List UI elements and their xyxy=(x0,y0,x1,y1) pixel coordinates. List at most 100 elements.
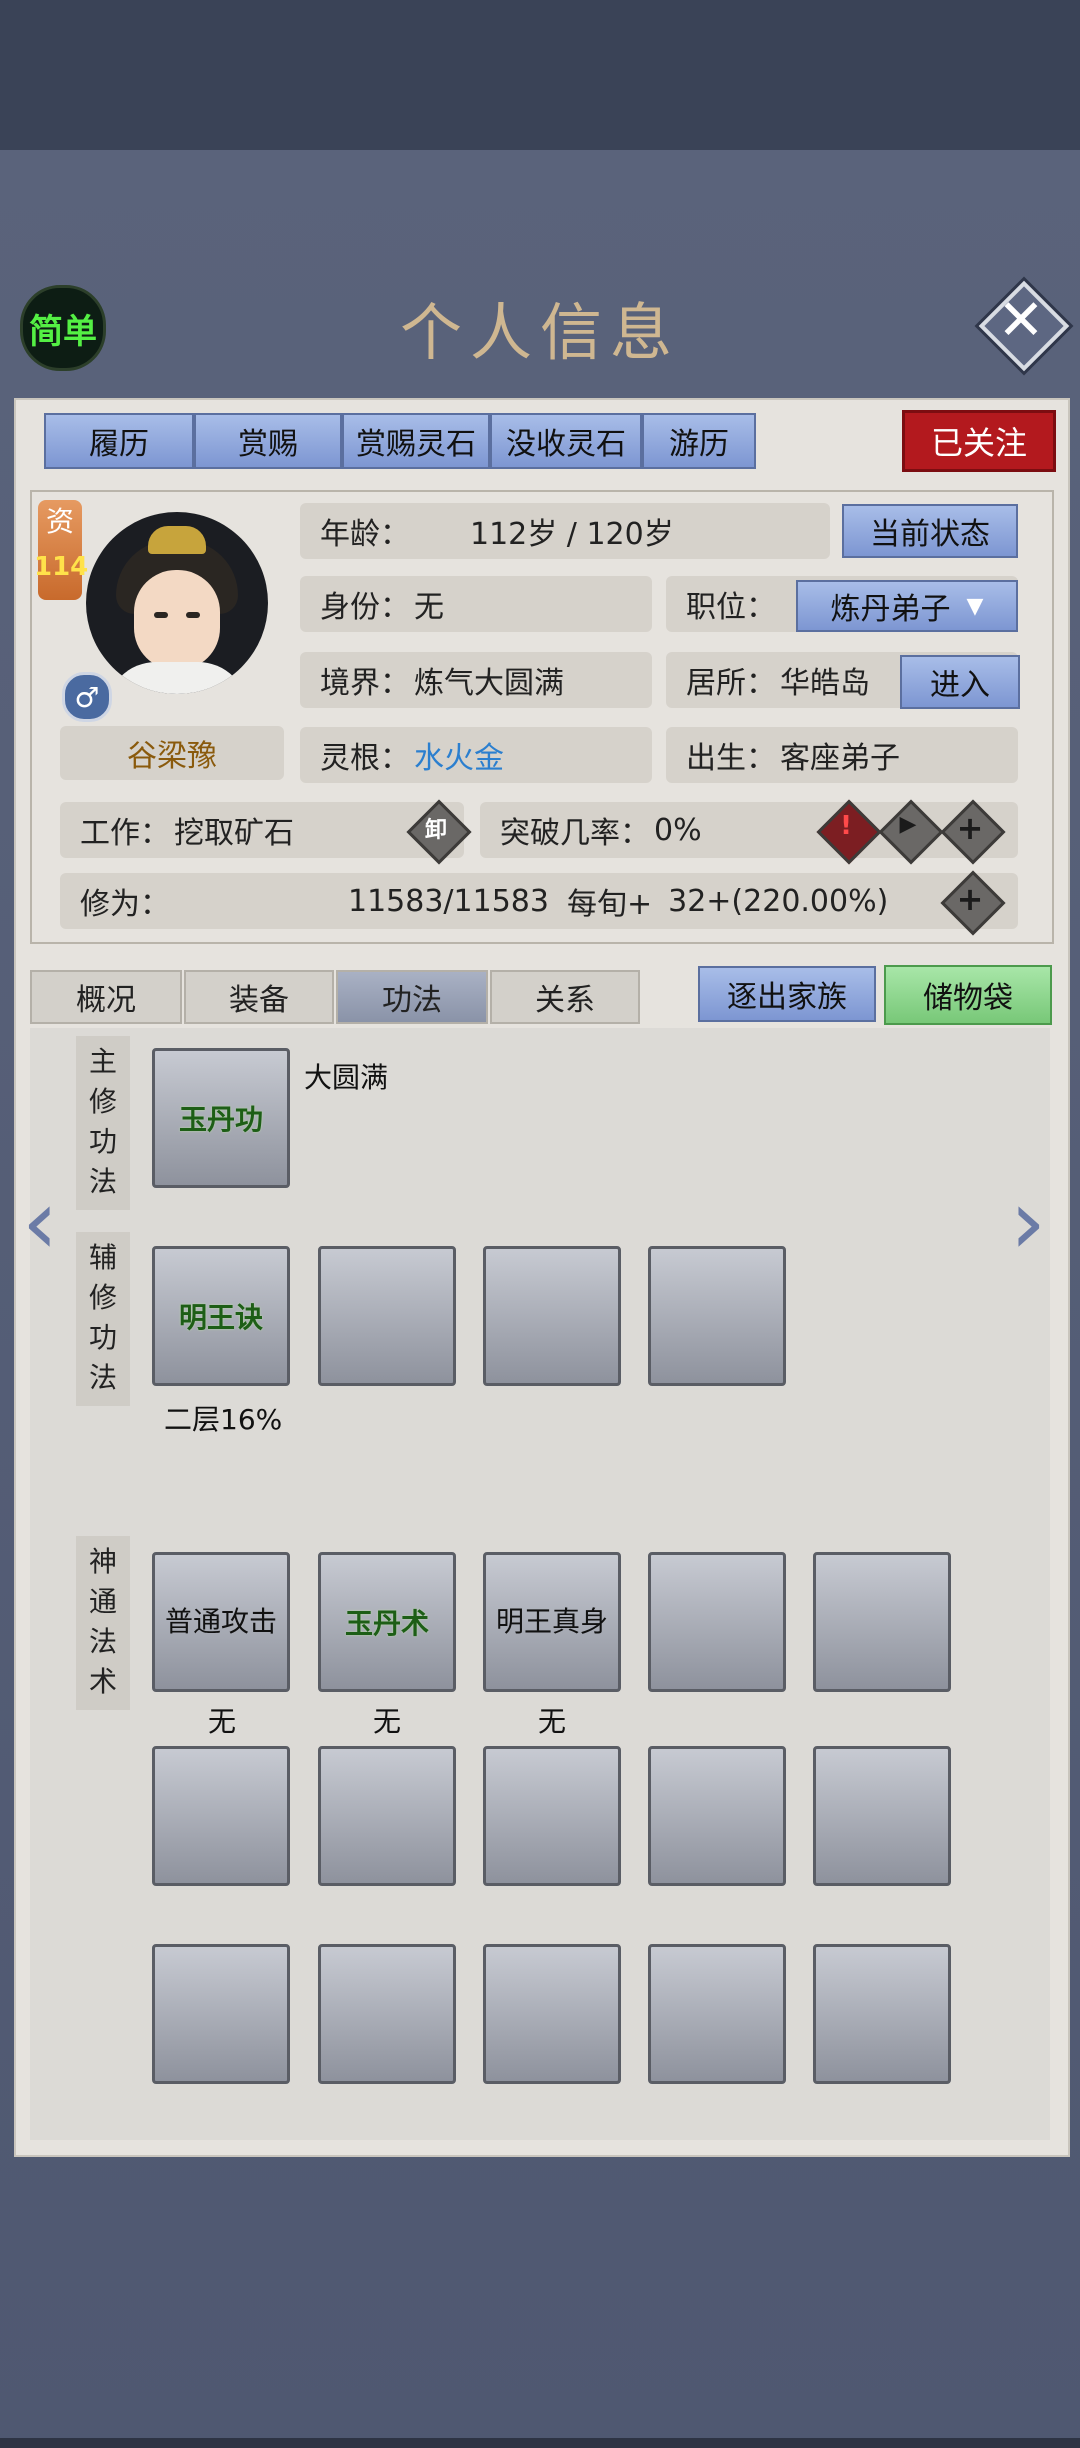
per-round-label: 每旬+ xyxy=(566,887,653,922)
birth-label: 出生： xyxy=(686,741,776,776)
spell-slot-empty[interactable] xyxy=(648,1746,786,1886)
position-dropdown[interactable]: 炼丹弟子 ▼ xyxy=(796,580,1018,632)
play-icon: ▶ xyxy=(899,812,917,837)
label-char: 法 xyxy=(88,1625,117,1658)
close-button[interactable]: ✕ xyxy=(978,280,1070,372)
position-value: 炼丹弟子 xyxy=(830,592,951,627)
unequip-icon: 卸 xyxy=(424,818,447,843)
followed-button[interactable]: 已关注 xyxy=(902,410,1056,472)
residence-value: 华皓岛 xyxy=(780,666,870,701)
spell-caption: 无 xyxy=(538,1705,567,1738)
aux-technique-slot-empty[interactable] xyxy=(648,1246,786,1386)
work-value: 挖取矿石 xyxy=(174,816,294,851)
aux-technique-level: 二层16% xyxy=(164,1403,283,1436)
aux-technique-label: 辅 修 功 法 xyxy=(76,1232,130,1406)
aux-technique-slot-empty[interactable] xyxy=(483,1246,621,1386)
simple-mode-button[interactable]: 简单 xyxy=(20,285,106,371)
spell-slot-empty[interactable] xyxy=(318,1746,456,1886)
aux-technique-slot[interactable]: 明王诀 xyxy=(152,1246,290,1386)
spell-slot-empty[interactable] xyxy=(813,1746,951,1886)
spell-slot[interactable]: 普通攻击 xyxy=(152,1552,290,1692)
warning-icon: ! xyxy=(840,811,852,841)
realm-value: 炼气大圆满 xyxy=(414,666,564,701)
per-round-value: 32+(220.00%) xyxy=(668,883,889,919)
spell-slot-empty[interactable] xyxy=(152,1746,290,1886)
cultivation-label: 修为： xyxy=(80,887,170,922)
work-label: 工作： xyxy=(80,816,170,851)
label-char: 修 xyxy=(88,1281,117,1314)
aux-technique-slot-empty[interactable] xyxy=(318,1246,456,1386)
male-icon: ♂ xyxy=(62,672,112,722)
age-value: 112岁 / 120岁 xyxy=(470,517,674,552)
aux-technique-name: 明王诀 xyxy=(178,1301,263,1334)
avatar-eye xyxy=(186,612,200,618)
label-char: 辅 xyxy=(88,1241,117,1274)
current-status-button[interactable]: 当前状态 xyxy=(842,504,1018,558)
tab-reward[interactable]: 赏赐 xyxy=(194,413,342,469)
label-char: 法 xyxy=(88,1165,117,1198)
birth-value: 客座弟子 xyxy=(780,741,900,776)
realm-field: 境界： 炼气大圆满 xyxy=(300,652,652,708)
aptitude-value: 114 xyxy=(34,552,89,582)
spell-name: 普通攻击 xyxy=(164,1605,277,1638)
spirit-root-field: 灵根： 水火金 xyxy=(300,727,652,783)
spell-slot-empty[interactable] xyxy=(318,1944,456,2084)
main-technique-name: 玉丹功 xyxy=(178,1103,263,1136)
next-arrow-icon[interactable]: › xyxy=(1010,1170,1046,1275)
tab-reward-stone[interactable]: 赏赐灵石 xyxy=(342,413,490,469)
spell-slot[interactable]: 玉丹术 xyxy=(318,1552,456,1692)
spell-slot-empty[interactable] xyxy=(152,1944,290,2084)
expel-family-button[interactable]: 逐出家族 xyxy=(698,966,876,1022)
breakthrough-value: 0% xyxy=(654,812,702,848)
page-title: 个人信息 xyxy=(399,296,680,369)
tab-equipment[interactable]: 装备 xyxy=(184,970,334,1024)
breakthrough-label: 突破几率： xyxy=(500,816,650,851)
spirit-root-value: 水火金 xyxy=(414,741,504,776)
cultivation-value: 11583/11583 xyxy=(348,883,549,919)
tab-techniques[interactable]: 功法 xyxy=(336,970,488,1024)
main-technique-label: 主 修 功 法 xyxy=(76,1036,130,1210)
character-name: 谷梁豫 xyxy=(60,726,284,780)
tab-relations[interactable]: 关系 xyxy=(490,970,640,1024)
aptitude-label: 资 xyxy=(45,505,74,538)
identity-label: 身份： xyxy=(320,590,410,625)
spirit-root-label: 灵根： xyxy=(320,741,410,776)
label-char: 功 xyxy=(88,1321,117,1354)
avatar-eye xyxy=(154,612,168,618)
avatar-robe xyxy=(106,662,248,694)
aptitude-badge: 资 114 xyxy=(34,500,88,600)
residence-label: 居所： xyxy=(686,666,776,701)
spell-slot-empty[interactable] xyxy=(483,1944,621,2084)
age-field: 年龄： 112岁 / 120岁 xyxy=(300,503,830,559)
age-label: 年龄： xyxy=(320,517,410,552)
label-char: 术 xyxy=(88,1665,117,1698)
spell-caption: 无 xyxy=(373,1705,402,1738)
birth-field: 出生： 客座弟子 xyxy=(666,727,1018,783)
avatar-face xyxy=(134,570,220,670)
tab-history[interactable]: 履历 xyxy=(44,413,194,469)
work-field: 工作： 挖取矿石 xyxy=(60,802,464,858)
top-banner xyxy=(0,0,1080,155)
spell-slot-empty[interactable] xyxy=(813,1944,951,2084)
prev-arrow-icon[interactable]: ‹ xyxy=(22,1170,58,1275)
spell-slot[interactable]: 明王真身 xyxy=(483,1552,621,1692)
tab-overview[interactable]: 概况 xyxy=(30,970,182,1024)
storage-bag-button[interactable]: 储物袋 xyxy=(884,965,1052,1025)
spell-slot-empty[interactable] xyxy=(648,1552,786,1692)
spell-slot-empty[interactable] xyxy=(483,1746,621,1886)
enter-residence-button[interactable]: 进入 xyxy=(900,655,1020,709)
spell-slot-empty[interactable] xyxy=(813,1552,951,1692)
spell-slot-empty[interactable] xyxy=(648,1944,786,2084)
chevron-down-icon: ▼ xyxy=(966,593,984,619)
tab-travel[interactable]: 游历 xyxy=(642,413,756,469)
bottom-border xyxy=(0,2438,1080,2448)
avatar xyxy=(86,512,268,694)
plus-icon: + xyxy=(956,880,984,918)
main-technique-slot[interactable]: 玉丹功 xyxy=(152,1048,290,1188)
main-technique-level: 大圆满 xyxy=(304,1061,389,1094)
label-char: 功 xyxy=(88,1125,117,1158)
tab-confiscate-stone[interactable]: 没收灵石 xyxy=(490,413,642,469)
spell-name: 玉丹术 xyxy=(344,1607,429,1640)
position-label: 职位： xyxy=(686,590,776,625)
close-icon: ✕ xyxy=(997,288,1045,353)
